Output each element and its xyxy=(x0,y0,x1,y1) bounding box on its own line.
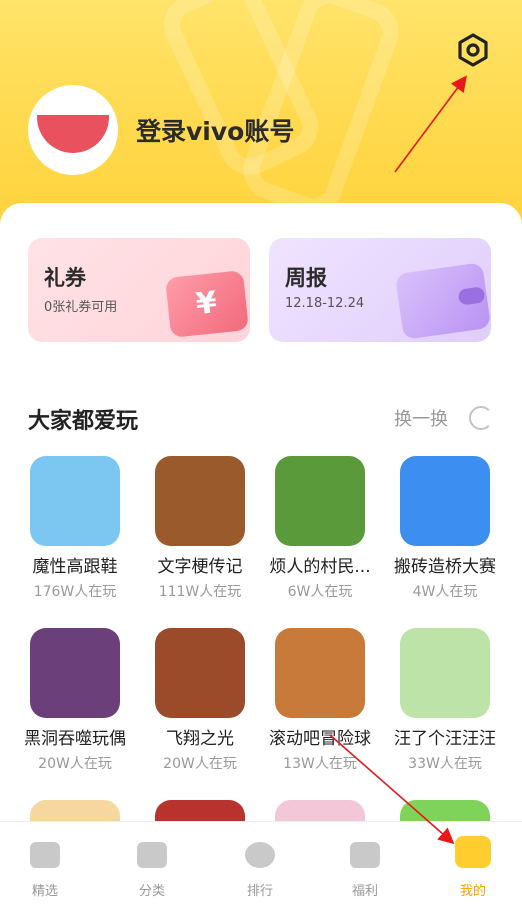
game-thumbnail[interactable] xyxy=(275,456,365,546)
game-name: 文字梗传记 xyxy=(157,557,243,577)
game-thumbnail[interactable] xyxy=(275,628,365,718)
tab-label: 福利 xyxy=(351,884,378,899)
tab-mine[interactable]: 我的 xyxy=(443,836,503,899)
game-name: 滚动吧冒险球 xyxy=(269,729,371,749)
folder-icon xyxy=(137,842,167,868)
refresh-button[interactable]: 换一换 xyxy=(394,405,448,431)
game-thumbnail[interactable] xyxy=(30,456,120,546)
tab-featured[interactable]: 精选 xyxy=(15,842,75,899)
weekly-report-card[interactable]: 周报 12.18-12.24 xyxy=(269,238,491,342)
game-name: 烦人的村民... xyxy=(269,557,371,577)
weekly-title: 周报 xyxy=(285,266,327,290)
game-item[interactable]: 魔性高跟鞋 176W人在玩 xyxy=(15,456,135,601)
game-item[interactable]: 汪了个汪汪汪 33W人在玩 xyxy=(385,628,505,773)
game-players: 20W人在玩 xyxy=(163,756,237,772)
tab-ranking[interactable]: 排行 xyxy=(230,842,290,899)
game-thumbnail[interactable] xyxy=(155,456,245,546)
game-item[interactable]: 滚动吧冒险球 13W人在玩 xyxy=(260,628,380,773)
section-title: 大家都爱玩 xyxy=(28,409,139,434)
game-name: 魔性高跟鞋 xyxy=(32,557,118,577)
game-players: 33W人在玩 xyxy=(408,756,482,772)
game-item[interactable]: 文字梗传记 111W人在玩 xyxy=(140,456,260,601)
game-players: 13W人在玩 xyxy=(283,756,357,772)
refresh-icon[interactable] xyxy=(469,406,493,430)
game-thumbnail[interactable] xyxy=(400,456,490,546)
tab-label: 分类 xyxy=(138,884,165,899)
gift-icon xyxy=(350,842,380,868)
profile-cat-icon xyxy=(455,836,491,868)
tab-label: 排行 xyxy=(246,884,273,899)
main-content: 礼券 0张礼券可用 ¥ 周报 12.18-12.24 大家都爱玩 换一换 魔性高… xyxy=(0,203,522,890)
game-players: 111W人在玩 xyxy=(158,584,242,600)
coupon-card[interactable]: 礼券 0张礼券可用 ¥ xyxy=(28,238,250,342)
game-thumbnail[interactable] xyxy=(400,628,490,718)
bottom-tab-bar: 精选 分类 排行 福利 我的 xyxy=(0,821,522,918)
game-name: 汪了个汪汪汪 xyxy=(394,729,496,749)
tab-label: 我的 xyxy=(459,884,486,899)
game-name: 黑洞吞噬玩偶 xyxy=(24,729,126,749)
tab-welfare[interactable]: 福利 xyxy=(335,842,395,899)
wallet-icon xyxy=(394,262,491,340)
game-name: 飞翔之光 xyxy=(166,729,234,749)
weekly-date-range: 12.18-12.24 xyxy=(285,296,365,311)
settings-icon[interactable] xyxy=(456,33,490,67)
coupon-title: 礼券 xyxy=(44,266,86,290)
tab-category[interactable]: 分类 xyxy=(122,842,182,899)
coupon-icon: ¥ xyxy=(165,270,249,338)
game-players: 6W人在玩 xyxy=(287,584,353,600)
game-thumbnail[interactable] xyxy=(155,628,245,718)
game-item[interactable]: 飞翔之光 20W人在玩 xyxy=(140,628,260,773)
avatar-logo-icon xyxy=(37,115,109,153)
gamepad-icon xyxy=(30,842,60,868)
game-players: 4W人在玩 xyxy=(412,584,478,600)
game-players: 176W人在玩 xyxy=(33,584,117,600)
yen-glyph: ¥ xyxy=(194,285,219,323)
login-link[interactable]: 登录vivo账号 xyxy=(136,112,294,148)
game-item[interactable]: 搬砖造桥大赛 4W人在玩 xyxy=(385,456,505,601)
game-name: 搬砖造桥大赛 xyxy=(394,557,496,577)
game-item[interactable]: 黑洞吞噬玩偶 20W人在玩 xyxy=(15,628,135,773)
coupon-subtitle: 0张礼券可用 xyxy=(44,300,118,315)
game-players: 20W人在玩 xyxy=(38,756,112,772)
medal-icon xyxy=(245,842,275,868)
game-thumbnail[interactable] xyxy=(30,628,120,718)
game-item[interactable]: 烦人的村民... 6W人在玩 xyxy=(260,456,380,601)
avatar[interactable] xyxy=(28,85,118,175)
wallet-clasp xyxy=(457,286,486,306)
tab-label: 精选 xyxy=(31,884,58,899)
